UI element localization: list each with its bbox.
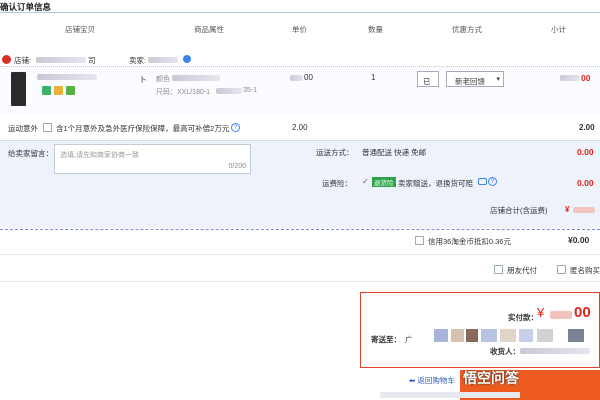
sku-size: 尺码：XXL/180-1 <box>156 89 211 96</box>
col-header-item: 店铺宝贝 <box>65 25 95 34</box>
promo-select[interactable]: 新老回馈 ▾ <box>446 71 504 87</box>
col-header-subtotal: 小计 <box>551 25 566 34</box>
address-blur-5 <box>500 329 516 342</box>
back-arrow-icon: ⬅ <box>409 376 416 385</box>
watermark: 悟空问答 <box>463 370 519 386</box>
item-title-blurred[interactable] <box>37 74 97 80</box>
address-blur-8 <box>568 329 584 342</box>
return-ins-text: 卖家赠送，退换货可赔 <box>398 179 473 188</box>
return-ins-fee: 0.00 <box>577 178 594 188</box>
shop-name-blurred <box>36 57 86 63</box>
insurance-label: 运动意外 <box>8 124 38 133</box>
col-header-qty: 数量 <box>368 25 383 34</box>
insurance-subtotal: 2.00 <box>579 123 595 132</box>
insurance-price: 2.00 <box>292 123 308 132</box>
address-blur-6 <box>519 329 533 342</box>
guarantee-badge-icon <box>66 86 75 95</box>
return-ins-help-icon[interactable]: ? <box>488 177 497 186</box>
item-qty: 1 <box>371 73 376 82</box>
shop-name-tail[interactable]: 司 <box>88 55 96 66</box>
coin-divider <box>0 254 600 255</box>
col-header-promo: 优惠方式 <box>452 25 482 34</box>
back-to-cart-text: 返回购物车 <box>417 376 455 385</box>
item-thumbnail[interactable] <box>11 72 26 106</box>
receiver-label: 收货人： <box>490 347 520 356</box>
back-to-cart-link[interactable]: ⬅ 返回购物车 <box>409 375 455 386</box>
shop-icon <box>2 55 11 64</box>
return-ins-tag: 退货险 <box>372 177 396 187</box>
options-divider <box>0 281 600 282</box>
pay-amount-blurred <box>550 311 572 319</box>
friend-pay-checkbox[interactable] <box>494 265 503 274</box>
chevron-down-icon: ▾ <box>496 76 500 83</box>
col-header-price: 单价 <box>292 25 307 34</box>
anonymous-label: 匿名购买 <box>570 266 600 275</box>
sku-color-label: 颜色 <box>156 76 170 83</box>
seller-name-blurred <box>148 57 178 63</box>
friend-pay-label: 朋友代付 <box>507 266 537 275</box>
col-header-attr: 商品属性 <box>194 25 224 34</box>
ship-to-label: 寄送至： <box>371 335 401 344</box>
help-icon[interactable]: ? <box>231 123 240 132</box>
shop-total-blurred <box>573 207 595 213</box>
return-ins-label: 运费险： <box>322 179 352 188</box>
order-divider <box>0 229 600 230</box>
message-placeholder: 选填,请先和商家协商一致 <box>60 152 139 159</box>
address-blur-2 <box>451 329 464 342</box>
shipping-value: 普通配送 快递 免邮 <box>362 148 427 157</box>
sku-size-tail: 35-1 <box>243 87 258 94</box>
message-label: 给卖家留言： <box>8 149 53 158</box>
ship-to-value: 广 <box>405 335 413 344</box>
message-textarea[interactable]: 选填,请先和商家协商一致 0/200 <box>54 144 251 174</box>
shop-label: 店铺: <box>14 56 32 65</box>
receiver-blurred <box>520 348 590 354</box>
sku-color-blurred <box>172 75 220 81</box>
promo-prefix: 已 <box>423 77 431 86</box>
payment-summary-box <box>360 292 600 368</box>
seller-label: 卖家: <box>129 56 147 65</box>
item-price: 00 <box>304 73 313 82</box>
shipping-fee: 0.00 <box>577 147 594 157</box>
shipping-label: 运送方式： <box>316 148 354 157</box>
promo-prefix-box: 已 <box>417 71 439 87</box>
item-subtotal: 00 <box>581 73 591 83</box>
pay-label: 实付款： <box>508 313 538 322</box>
seven-day-badge-icon <box>42 86 51 95</box>
message-counter: 0/200 <box>228 163 246 170</box>
address-blur-1 <box>434 329 448 342</box>
anonymous-checkbox[interactable] <box>557 265 566 274</box>
pay-currency: ¥ <box>537 305 545 320</box>
coin-text: 信用36淘金币抵扣0.36元 <box>428 237 511 246</box>
price-blurred <box>290 75 303 81</box>
chat-icon[interactable] <box>183 55 191 63</box>
coin-checkbox[interactable] <box>415 236 424 245</box>
coin-value: ¥0.00 <box>568 235 590 245</box>
pay-amount-tail: 00 <box>574 304 591 321</box>
card-badge-icon <box>54 86 63 95</box>
insurance-text: 含1个月意外及急外医疗保险保障，最高可补偿2万元 <box>56 124 230 133</box>
insurance-checkbox[interactable] <box>43 123 52 132</box>
promo-select-value: 新老回馈 <box>455 77 485 86</box>
return-ins-check-icon[interactable]: ✓ <box>362 177 369 186</box>
title-divider <box>0 12 600 13</box>
address-blur-4 <box>481 329 497 342</box>
address-blur-3 <box>466 329 478 342</box>
shop-total-currency: ¥ <box>565 205 570 214</box>
subtotal-blurred <box>560 75 580 81</box>
address-blur-7 <box>537 329 553 342</box>
chat-bubble-icon[interactable] <box>478 178 487 185</box>
item-title-fragment: 卜 <box>139 75 147 84</box>
sku-size-blurred <box>216 88 242 94</box>
footer-note-blurred <box>380 392 520 398</box>
shop-total-label: 店铺合计(含运费) <box>490 206 548 215</box>
